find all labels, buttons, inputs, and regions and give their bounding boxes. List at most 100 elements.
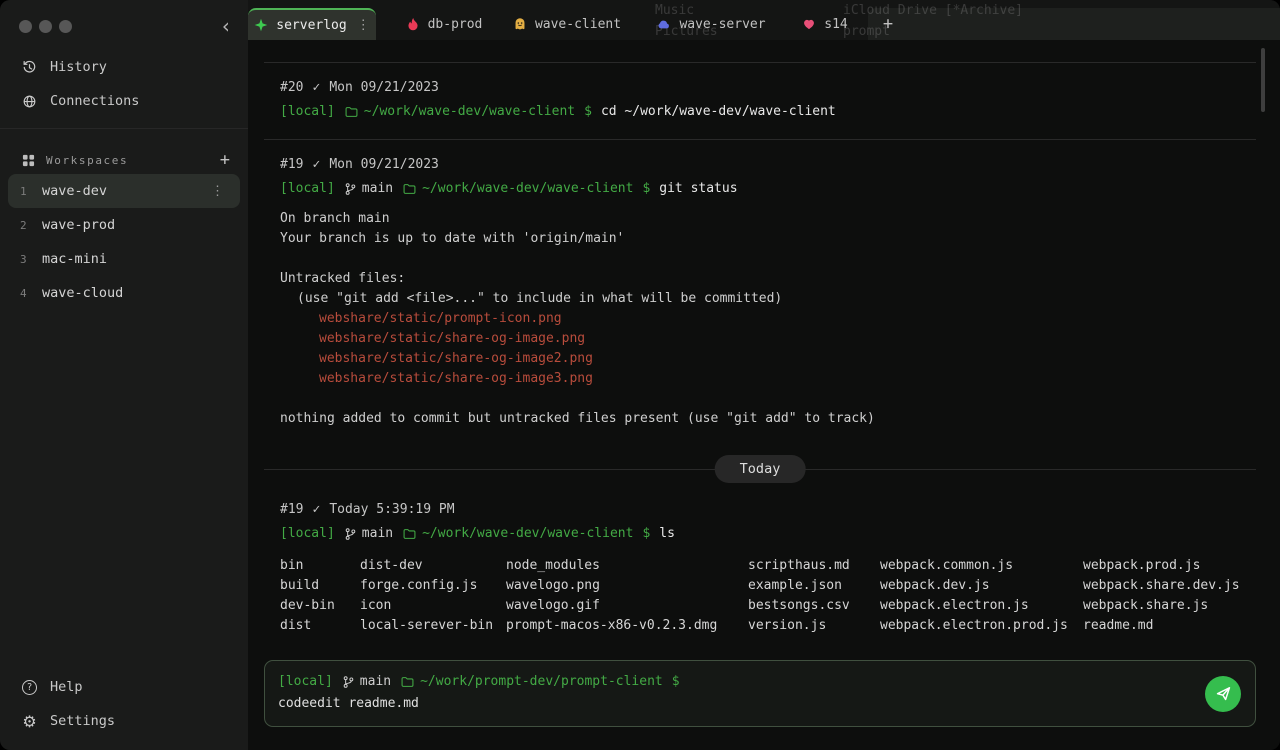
flame-icon — [406, 17, 420, 31]
window-controls — [19, 20, 72, 33]
tab-bar: Music iCloud Drive [*Archive] Pictures p… — [248, 0, 1280, 40]
workspace-menu-icon[interactable]: ⋮ — [207, 184, 228, 199]
tab-label: wave-server — [679, 17, 765, 32]
file-name: webpack.share.dev.js — [1083, 576, 1240, 596]
terminal-scrollback[interactable]: #20 ✓ Mon 09/21/2023 [local] ~/work/wave… — [248, 40, 1280, 654]
sidebar-item-help[interactable]: ? Help — [0, 670, 248, 704]
workspace-item-mac-mini[interactable]: 3 mac-mini — [8, 242, 240, 276]
untracked-file: webshare/static/share-og-image2.png — [280, 349, 1256, 369]
close-window-button[interactable] — [19, 20, 32, 33]
sidebar-item-label: History — [50, 59, 107, 75]
folder-icon — [402, 182, 417, 196]
minimize-window-button[interactable] — [39, 20, 52, 33]
input-prompt-line: [local] main ~/work/prompt-dev/prompt-cl… — [278, 672, 1195, 692]
tab-serverlog[interactable]: serverlog ⋮ — [248, 8, 376, 40]
send-icon — [1215, 685, 1232, 702]
remote-label: [local] — [280, 524, 335, 544]
tab-label: db-prod — [428, 17, 483, 32]
sidebar: ‹ History Connections — [0, 0, 248, 750]
remote-label: [local] — [280, 179, 335, 199]
prompt-dollar: $ — [642, 524, 650, 544]
file-name: webpack.electron.js — [880, 596, 1083, 616]
sidebar-item-label: Settings — [50, 713, 115, 729]
workspace-item-wave-cloud[interactable]: 4 wave-cloud — [8, 276, 240, 310]
tab-menu-icon[interactable]: ⋮ — [357, 18, 370, 33]
entry-header: #20 ✓ Mon 09/21/2023 — [280, 78, 1256, 98]
cwd-path: ~/work/prompt-dev/prompt-client — [420, 672, 663, 692]
workspace-name: wave-cloud — [42, 285, 228, 301]
app-window: ‹ History Connections — [0, 0, 1280, 750]
file-name: prompt-macos-x86-v0.2.3.dmg — [506, 616, 748, 636]
tab-wave-client[interactable]: wave-client — [506, 8, 628, 40]
run-command-button[interactable] — [1205, 676, 1241, 712]
workspace-name: wave-prod — [42, 217, 228, 233]
entry-separator — [264, 62, 1256, 63]
sidebar-item-history[interactable]: History — [0, 50, 248, 84]
output-line: (use "git add <file>..." to include in w… — [280, 289, 1256, 309]
workspaces-header: Workspaces + — [22, 146, 236, 174]
output-line — [280, 389, 1256, 409]
file-name: wavelogo.png — [506, 576, 748, 596]
command-input[interactable]: [local] main ~/work/prompt-dev/prompt-cl… — [264, 660, 1256, 727]
tab-s14[interactable]: s14 — [792, 8, 858, 40]
file-name: wavelogo.gif — [506, 596, 748, 616]
cwd-path: ~/work/wave-dev/wave-client — [422, 179, 633, 199]
output-line: nothing added to commit but untracked fi… — [280, 409, 1256, 429]
file-name: bin — [280, 556, 360, 576]
entry-number: #19 — [280, 500, 303, 520]
command-text: git status — [659, 179, 737, 199]
sidebar-item-settings[interactable]: ⚙ Settings — [0, 704, 248, 738]
file-name: icon — [360, 596, 506, 616]
prompt-dollar: $ — [672, 672, 680, 692]
help-icon: ? — [22, 680, 37, 695]
file-name: dist-dev — [360, 556, 506, 576]
file-name: bestsongs.csv — [748, 596, 880, 616]
gear-icon: ⚙ — [22, 714, 37, 729]
ls-output: bin build dev-bin dist dist-dev forge.co… — [280, 556, 1256, 636]
sidebar-item-connections[interactable]: Connections — [0, 84, 248, 118]
sidebar-nav: History Connections — [0, 50, 248, 118]
tab-wave-server[interactable]: wave-server — [648, 8, 774, 40]
file-name: scripthaus.md — [748, 556, 880, 576]
file-name: forge.config.js — [360, 576, 506, 596]
entry-date: Mon 09/21/2023 — [329, 78, 439, 98]
file-name: readme.md — [1083, 616, 1240, 636]
check-icon: ✓ — [312, 78, 320, 98]
file-name: dist — [280, 616, 360, 636]
command-text: ls — [659, 524, 675, 544]
folder-icon — [402, 527, 417, 541]
output-line: On branch main — [280, 209, 1256, 229]
workspace-index: 3 — [20, 253, 42, 266]
workspace-index: 4 — [20, 287, 42, 300]
new-tab-button[interactable]: + — [874, 8, 902, 40]
untracked-file: webshare/static/share-og-image.png — [280, 329, 1256, 349]
tab-label: s14 — [824, 17, 847, 32]
maximize-window-button[interactable] — [59, 20, 72, 33]
scrollbar-thumb[interactable] — [1261, 48, 1265, 112]
entry-date: Mon 09/21/2023 — [329, 155, 439, 175]
cwd-path: ~/work/wave-dev/wave-client — [364, 102, 575, 122]
workspace-item-wave-dev[interactable]: 1 wave-dev ⋮ — [8, 174, 240, 208]
command-line: [local] main ~/work/wave-dev/wave-client… — [280, 524, 1256, 544]
workspace-item-wave-prod[interactable]: 2 wave-prod — [8, 208, 240, 242]
file-name: webpack.common.js — [880, 556, 1083, 576]
collapse-sidebar-button[interactable]: ‹ — [220, 16, 232, 36]
entry-date: Today 5:39:19 PM — [329, 500, 454, 520]
git-branch-icon — [342, 675, 355, 689]
add-workspace-button[interactable]: + — [214, 150, 236, 170]
git-branch-name: main — [362, 179, 393, 199]
folder-icon — [400, 675, 415, 689]
workspace-name: mac-mini — [42, 251, 228, 267]
today-divider: Today — [264, 455, 1256, 485]
workspace-index: 1 — [20, 185, 42, 198]
check-icon: ✓ — [312, 155, 320, 175]
input-command-text[interactable]: codeedit readme.md — [278, 694, 1195, 714]
tab-label: serverlog — [276, 18, 346, 33]
command-text: cd ~/work/wave-dev/wave-client — [601, 102, 836, 122]
output-line: Your branch is up to date with 'origin/m… — [280, 229, 1256, 249]
sidebar-item-label: Help — [50, 679, 83, 695]
file-name: version.js — [748, 616, 880, 636]
remote-label: [local] — [278, 672, 333, 692]
tab-db-prod[interactable]: db-prod — [394, 8, 494, 40]
today-pill: Today — [715, 455, 806, 483]
